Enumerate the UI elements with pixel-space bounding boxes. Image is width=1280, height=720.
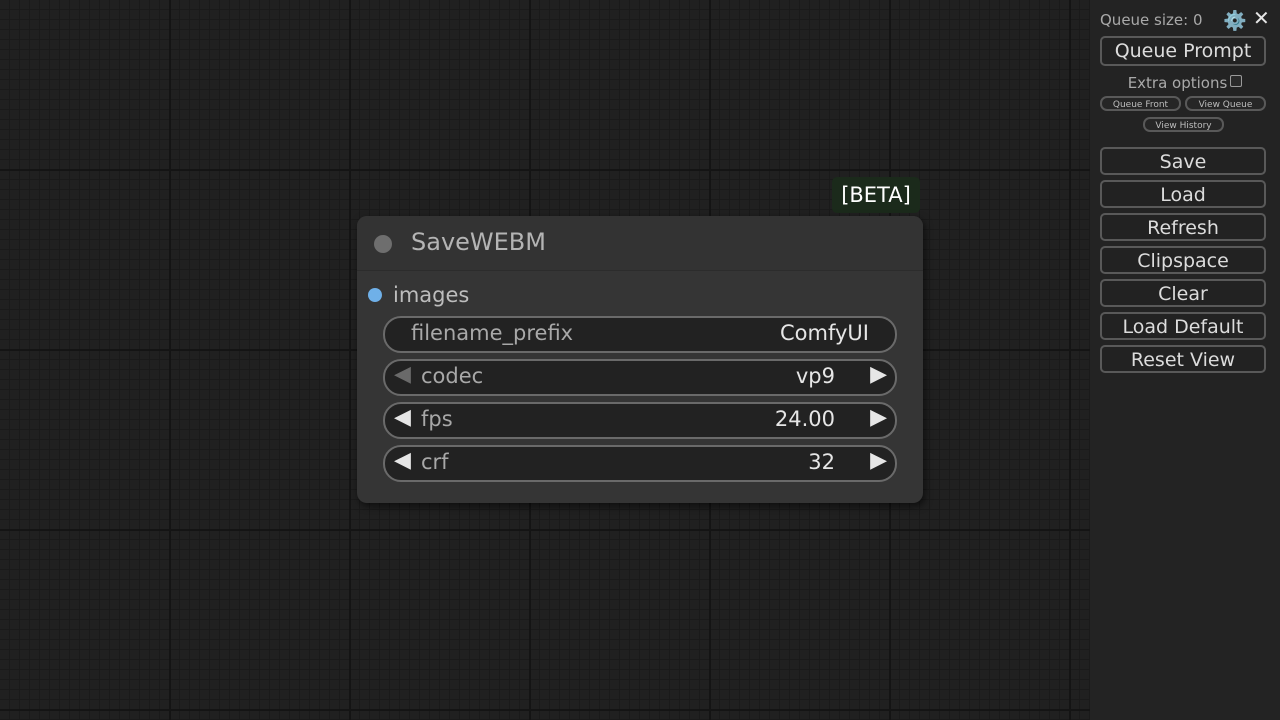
crf-widget[interactable]: ◀ crf 32 ▶ [383,445,897,482]
images-input-label: images [393,283,470,307]
load-button[interactable]: Load [1100,180,1266,208]
save-webm-node[interactable]: SaveWEBM images filename_prefix ComfyUI … [357,216,923,503]
codec-widget[interactable]: ◀ codec vp9 ▶ [383,359,897,396]
close-icon[interactable]: ✕ [1253,6,1270,30]
extra-options-label: Extra options [1127,74,1228,92]
widget-value: 24.00 [774,407,835,431]
widget-value: vp9 [795,364,835,388]
gear-icon[interactable]: ⚙️ [1223,9,1247,32]
graph-canvas[interactable]: [BETA] SaveWEBM images filename_prefix C… [0,0,1090,720]
node-title-bar[interactable]: SaveWEBM [357,216,923,271]
queue-prompt-button[interactable]: Queue Prompt [1100,36,1266,66]
images-input-slot[interactable] [368,288,382,302]
load-default-button[interactable]: Load Default [1100,312,1266,340]
queue-size-label: Queue size: 0 [1100,11,1203,29]
beta-badge: [BETA] [832,177,920,213]
increment-arrow-icon[interactable]: ▶ [870,405,887,430]
decrement-arrow-icon[interactable]: ◀ [394,448,411,473]
extra-options-row: Extra options [1090,74,1280,92]
node-collapse-dot[interactable] [374,235,392,253]
side-menu: Queue size: 0 ⚙️ ✕ Queue Prompt Extra op… [1090,0,1280,720]
filename-prefix-widget[interactable]: filename_prefix ComfyUI [383,316,897,353]
increment-arrow-icon[interactable]: ▶ [870,448,887,473]
widget-name: crf [421,450,449,474]
decrement-arrow-icon[interactable]: ◀ [394,405,411,430]
widget-value: ComfyUI [780,321,869,345]
node-title: SaveWEBM [411,228,546,256]
save-button[interactable]: Save [1100,147,1266,175]
widget-name: codec [421,364,484,388]
clipspace-button[interactable]: Clipspace [1100,246,1266,274]
widget-value: 32 [808,450,835,474]
fps-widget[interactable]: ◀ fps 24.00 ▶ [383,402,897,439]
clear-button[interactable]: Clear [1100,279,1266,307]
widget-name: fps [421,407,453,431]
refresh-button[interactable]: Refresh [1100,213,1266,241]
extra-options-checkbox[interactable] [1230,75,1243,87]
queue-front-button[interactable]: Queue Front [1100,96,1181,111]
increment-arrow-icon[interactable]: ▶ [870,362,887,387]
decrement-arrow-icon[interactable]: ◀ [394,362,411,387]
view-queue-button[interactable]: View Queue [1185,96,1266,111]
view-history-button[interactable]: View History [1143,117,1224,132]
widget-name: filename_prefix [411,321,574,345]
reset-view-button[interactable]: Reset View [1100,345,1266,373]
